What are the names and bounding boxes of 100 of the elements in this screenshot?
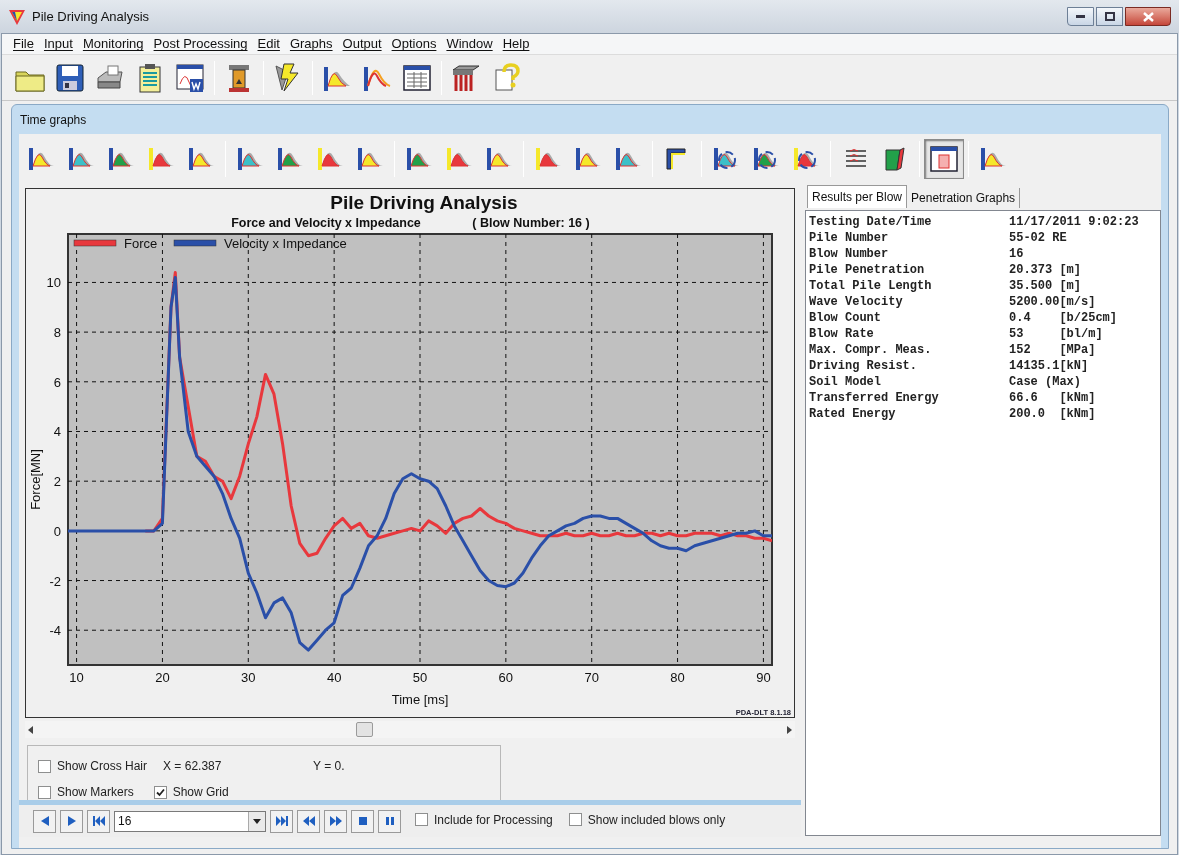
result-value: 11/17/2011 9:02:23 <box>1009 214 1139 231</box>
previous-button[interactable] <box>33 809 56 833</box>
fast-forward-icon <box>328 815 343 827</box>
last-button[interactable] <box>270 809 293 833</box>
dropdown-arrow-icon <box>253 818 261 824</box>
result-value: 200.0 <box>1009 406 1046 423</box>
x-tick-label: 90 <box>756 670 771 685</box>
checkbox[interactable] <box>568 813 582 826</box>
result-value: 20.373 <box>1009 262 1054 279</box>
result-label: Blow Number <box>809 246 890 263</box>
result-label: Rated Energy <box>809 406 897 423</box>
menu-item[interactable]: Edit <box>252 34 285 54</box>
menu-item[interactable]: Options <box>386 34 442 54</box>
y-axis-label: Force[MN] <box>28 449 43 510</box>
x-tick-label: 50 <box>412 670 428 685</box>
pause-button[interactable] <box>378 809 401 833</box>
result-label: Testing Date/Time <box>809 214 933 231</box>
result-value: Case (Max) <box>1009 374 1081 391</box>
chart-subtitle: Force and Velocity x Impedance <box>231 216 421 230</box>
menu-item[interactable]: Monitoring <box>77 34 149 54</box>
result-label: Total Pile Length <box>809 278 933 295</box>
child-window-title: Time graphs <box>20 111 87 129</box>
close-button[interactable] <box>1125 7 1171 26</box>
result-label: Wave Velocity <box>809 294 904 311</box>
next-button[interactable] <box>60 809 83 833</box>
menu-item[interactable]: Post Processing <box>148 34 253 54</box>
legend-label: Velocity x Impedance <box>224 236 347 251</box>
save-icon <box>54 61 86 94</box>
result-label: Blow Rate <box>809 326 875 343</box>
app-logo-icon <box>8 7 26 26</box>
checkbox[interactable] <box>38 759 51 773</box>
y-tick-label: 4 <box>53 424 61 440</box>
x-tick-label: 70 <box>584 670 599 685</box>
x-tick-label: 30 <box>241 670 256 685</box>
stop-button[interactable] <box>351 809 374 833</box>
minimize-button[interactable] <box>1067 7 1094 26</box>
blow-select[interactable]: 16 <box>114 810 266 832</box>
y-tick-label: -4 <box>49 623 61 639</box>
result-label: Transferred Energy <box>809 390 940 407</box>
result-value: 55-02 RE <box>1009 230 1067 247</box>
scrollbar-thumb[interactable] <box>355 722 373 737</box>
scrollbar[interactable] <box>25 721 795 738</box>
first-button[interactable] <box>87 809 110 833</box>
checkbox[interactable] <box>415 813 428 826</box>
result-unit: [kNm] <box>1059 406 1096 423</box>
result-label: Pile Penetration <box>809 262 926 279</box>
rewind-icon <box>301 815 316 827</box>
result-unit: [kN] <box>1059 358 1089 375</box>
fast-forward-button[interactable] <box>324 809 347 833</box>
result-unit: [m/s] <box>1059 294 1096 311</box>
result-value: 5200.00 <box>1009 294 1060 311</box>
checkbox-label: Show Markers <box>57 784 134 800</box>
report-icon <box>174 61 206 94</box>
result-label: Soil Model <box>809 374 882 391</box>
checkbox[interactable] <box>38 785 51 799</box>
blow-number-label: ( Blow Number: 16 ) <box>472 216 590 230</box>
x-tick-label: 40 <box>326 670 342 685</box>
menu-item[interactable]: Window <box>441 34 498 54</box>
close-icon <box>1142 11 1154 22</box>
last-icon <box>274 815 289 827</box>
x-tick-label: 80 <box>670 670 685 685</box>
maximize-icon <box>1104 12 1115 21</box>
menu-item[interactable]: Help <box>497 34 535 54</box>
result-label: Pile Number <box>809 230 890 247</box>
result-unit: [bl/m] <box>1059 326 1103 343</box>
result-value: 16 <box>1009 246 1025 263</box>
y-readout: Y = 0. <box>313 758 345 775</box>
menu-item[interactable]: Input <box>38 34 78 54</box>
window-title: Pile Driving Analysis <box>32 7 150 26</box>
menu-item[interactable]: Graphs <box>284 34 338 54</box>
result-unit: [b/25cm] <box>1059 310 1117 327</box>
checkbox-label: Show Grid <box>172 784 229 800</box>
y-tick-label: 6 <box>53 374 61 390</box>
legend-label: Force <box>124 236 158 251</box>
tab[interactable]: Results per Blow <box>807 185 908 208</box>
result-label: Max. Compr. Meas. <box>809 342 933 359</box>
result-value: 14135.1 <box>1009 358 1060 375</box>
minimize-icon <box>1076 15 1085 18</box>
y-tick-label: 0 <box>53 523 61 539</box>
result-unit: [MPa] <box>1059 342 1096 359</box>
checkbox-label: Show included blows only <box>587 811 726 829</box>
graph-button[interactable] <box>924 139 964 179</box>
menu-item[interactable]: File <box>8 34 39 54</box>
maximize-button[interactable] <box>1096 7 1123 26</box>
result-unit: [m] <box>1059 278 1081 295</box>
result-label: Driving Resist. <box>809 358 919 375</box>
rewind-button[interactable] <box>297 809 320 833</box>
chart-title: Pile Driving Analysis <box>330 192 518 213</box>
menu-item[interactable]: Output <box>337 34 387 54</box>
x-tick-label: 60 <box>498 670 514 685</box>
checkbox[interactable] <box>153 785 167 799</box>
scroll-left-icon <box>28 725 33 734</box>
x-tick-label: 10 <box>69 670 84 685</box>
y-tick-label: 10 <box>46 275 61 291</box>
result-label: Blow Count <box>809 310 882 327</box>
x-axis-label: Time [ms] <box>391 692 449 707</box>
result-value: 53 <box>1009 326 1025 343</box>
result-unit: [m] <box>1059 262 1081 279</box>
scroll-right-icon <box>787 725 792 734</box>
result-unit: [kNm] <box>1059 390 1096 407</box>
